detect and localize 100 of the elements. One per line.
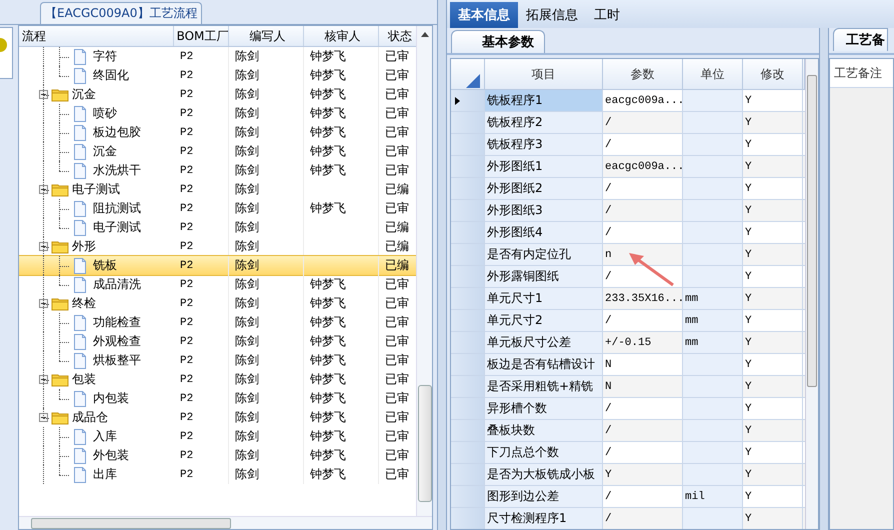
current-row-icon [455,96,460,104]
tree-node-label[interactable]: 字符 [87,48,117,65]
table-cell: 钟梦飞 [310,105,346,122]
parameter-row[interactable]: 尺寸检测程序1 / Y [451,508,805,529]
parameter-row[interactable]: 单元尺寸1 233.35X16...mm Y [451,288,805,310]
tab[interactable]: 拓展信息 [518,2,586,28]
parameter-row[interactable]: 是否为大板铣成小板 Y Y [451,464,805,486]
table-cell: 已审 [385,333,409,350]
collapse-icon[interactable] [39,375,48,384]
tree-node-label[interactable]: 终检 [69,295,96,312]
table-cell: P2 [180,240,194,252]
vertical-scrollbar[interactable] [416,26,432,516]
parameter-row[interactable]: 是否有内定位孔 n Y [451,244,805,266]
tree-node-label[interactable]: 板边包胶 [87,124,141,141]
tree-node-label[interactable]: 喷砂 [87,105,117,122]
tree-node-label[interactable]: 功能检查 [87,314,141,331]
tree-node-label[interactable]: 电子测试 [69,181,120,198]
table-cell: Y [745,160,752,172]
parameter-row[interactable]: 外形图纸3 / Y [451,200,805,222]
parameter-row[interactable]: 外形图纸1 eacgc009a... Y [451,156,805,178]
collapse-icon[interactable] [39,413,48,422]
table-cell: 陈剑 [235,257,259,274]
parameter-row[interactable]: 板边是否有钻槽设计 N Y [451,354,805,376]
table-cell: Y [745,380,752,392]
parameter-row[interactable]: 异形槽个数 / Y [451,398,805,420]
column-header[interactable]: 核审人 [304,26,379,46]
parameter-row[interactable]: 外形图纸2 / Y [451,178,805,200]
table-cell: 外形图纸4 [487,224,543,241]
table-cell: / [605,490,612,502]
collapse-icon[interactable] [39,185,48,194]
table-cell: 钟梦飞 [310,466,346,483]
table-cell: 已审 [385,67,409,84]
table-cell: Y [745,512,752,524]
parameter-row[interactable]: 下刀点总个数 / Y [451,442,805,464]
collapse-icon[interactable] [39,242,48,251]
parameter-row[interactable]: 单元板尺寸公差 +/-0.15 mm Y [451,332,805,354]
table-cell: 已审 [385,371,409,388]
scroll-thumb[interactable] [31,518,231,529]
tree-node-label[interactable]: 外观检查 [87,333,141,350]
table-cell: P2 [180,184,194,196]
column-header[interactable]: BOM工厂 [174,26,229,46]
table-cell: / [605,402,612,414]
tree-node-label[interactable]: 成品清洗 [87,276,141,293]
tree-node-label[interactable]: 阻抗测试 [87,200,141,217]
collapse-icon[interactable] [39,299,48,308]
parameter-row[interactable]: 是否采用粗铣+精铣 N Y [451,376,805,398]
parameter-row[interactable]: 图形到边公差 / mil Y [451,486,805,508]
table-cell: Y [745,248,752,260]
tab[interactable]: 基本信息 [450,2,518,28]
section-tab[interactable]: 工艺备 [833,28,888,51]
table-cell: eacgc009a... [605,94,682,106]
parameter-row[interactable]: 铣板程序3 / Y [451,134,805,156]
parameter-row[interactable]: 外形露铜图纸 / Y [451,266,805,288]
column-header[interactable]: 修改 [743,59,803,90]
table-cell: / [605,204,612,216]
column-header[interactable]: 流程 [19,26,174,46]
table-cell: 陈剑 [235,390,259,407]
tree-row[interactable]: 铣板 P2 陈剑 已编 [19,256,416,275]
splitter-handle[interactable] [819,28,829,530]
section-tab[interactable]: 基本参数 [451,30,545,53]
table-cell: 钟梦飞 [310,352,346,369]
panel-title-tab[interactable]: 【EACGC009A0】工艺流程 [40,2,202,24]
tree-node-label[interactable]: 内包装 [87,390,129,407]
tree-node-label[interactable]: 水洗烘干 [87,162,141,179]
document-icon [73,68,87,84]
tab[interactable]: 工时 [586,2,628,28]
collapse-icon[interactable] [39,90,48,99]
parameter-row[interactable]: 铣板程序2 / Y [451,112,805,134]
parameter-row[interactable]: 叠板块数 / Y [451,420,805,442]
scroll-up-icon[interactable] [420,31,428,37]
column-header[interactable]: 参数 [603,59,683,90]
tree-node-label[interactable]: 成品仓 [69,409,108,426]
table-cell: 下刀点总个数 [487,444,559,461]
tree-node-label[interactable]: 外包装 [87,447,129,464]
tree-node-label[interactable]: 沉金 [69,86,96,103]
table-cell: 单元尺寸2 [487,312,543,329]
scroll-thumb[interactable] [418,385,432,502]
table-cell: N [605,358,612,370]
table-cell: 外形图纸2 [487,180,543,197]
tree-node-label[interactable]: 入库 [87,428,117,445]
table-cell: 已审 [385,200,409,217]
tree-node-label[interactable]: 外形 [69,238,96,255]
tree-node-label[interactable]: 包装 [69,371,96,388]
table-cell: Y [745,314,752,326]
table-cell: 陈剑 [235,162,259,179]
tree-node-label[interactable]: 烘板整平 [87,352,141,369]
tree-node-label[interactable]: 沉金 [87,143,117,160]
tree-node-label[interactable]: 出库 [87,466,117,483]
table-cell: / [605,116,612,128]
splitter-handle[interactable] [437,0,447,530]
tree-node-label[interactable]: 电子测试 [87,219,141,236]
parameter-row[interactable]: 单元尺寸2 / mm Y [451,310,805,332]
parameter-row[interactable]: 铣板程序1 eacgc009a... Y [451,90,805,112]
horizontal-scrollbar[interactable] [19,516,432,529]
vertical-scrollbar[interactable] [805,59,818,529]
parameter-row[interactable]: 外形图纸4 / Y [451,222,805,244]
tree-node-label[interactable]: 终固化 [87,67,129,84]
tree-node-label[interactable]: 铣板 [87,257,117,274]
column-header[interactable]: 编写人 [229,26,304,46]
scroll-thumb[interactable] [807,75,817,387]
